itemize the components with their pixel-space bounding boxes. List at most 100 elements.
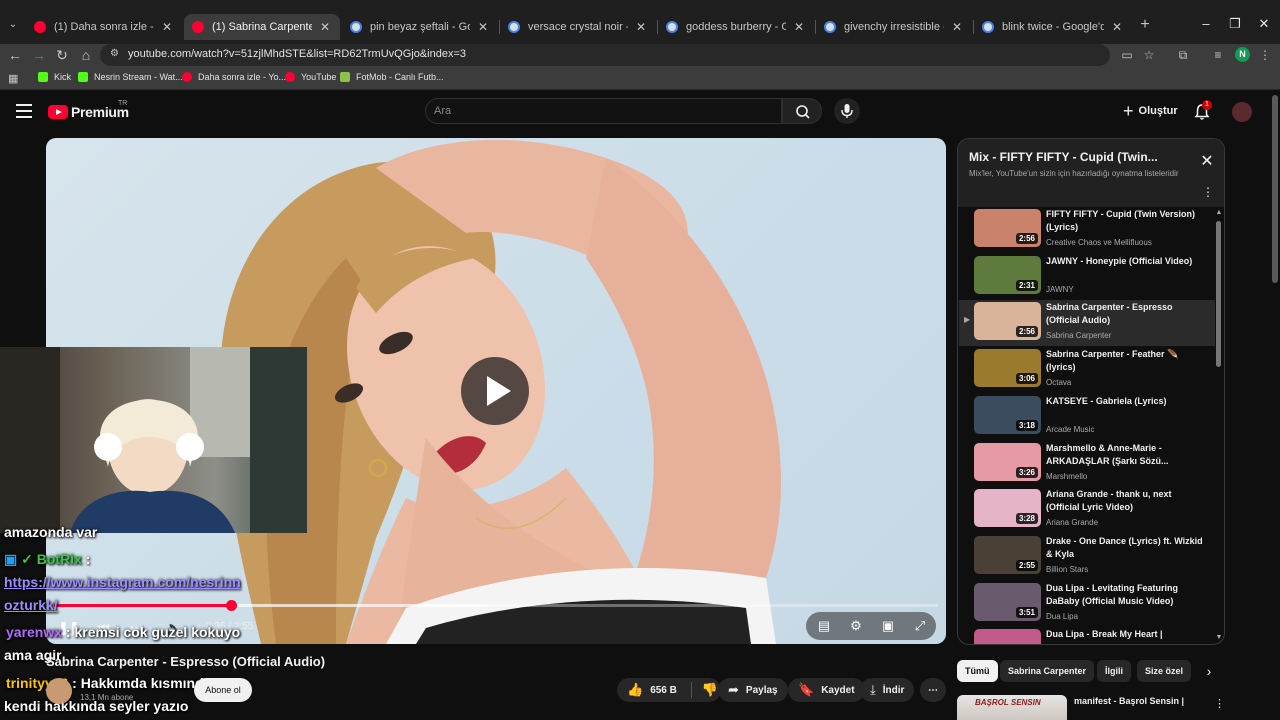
tab-close-icon[interactable]: ✕ bbox=[792, 20, 806, 34]
playlist-thumbnail[interactable]: 3:26 bbox=[974, 442, 1041, 481]
download-button[interactable]: ⤓ İndir bbox=[860, 678, 915, 702]
bookmark-item[interactable]: YouTube bbox=[285, 72, 336, 82]
playlist-scrollbar[interactable] bbox=[1216, 221, 1221, 367]
playlist-item[interactable]: 3:28 Ariana Grande - thank u, next (Offic… bbox=[959, 487, 1215, 533]
search-field[interactable] bbox=[425, 98, 782, 124]
playlist-thumbnail[interactable]: 2:55 bbox=[974, 535, 1041, 574]
maximize-icon[interactable]: ❐ bbox=[1227, 16, 1243, 32]
chat-link[interactable]: https://www.instagram.com/nesrinn bbox=[4, 574, 241, 590]
close-icon[interactable]: ✕ bbox=[1198, 153, 1216, 171]
window-close-icon[interactable]: ✕ bbox=[1256, 16, 1272, 32]
browser-tab[interactable]: goddess burberry - Google'da ✕ bbox=[658, 14, 814, 40]
playlist-item[interactable]: 3:51 Dua Lipa - Levitating Featuring DaBa… bbox=[959, 581, 1215, 627]
subtitles-icon[interactable]: ▤ bbox=[814, 616, 834, 636]
like-count[interactable]: 656 B bbox=[650, 685, 677, 696]
chip-all[interactable]: Tümü bbox=[957, 660, 998, 682]
playlist-item[interactable]: 3:26 Marshmello & Anne-Marie - ARKADAŞLAR… bbox=[959, 441, 1215, 487]
playlist-thumbnail[interactable]: 3:18 bbox=[974, 395, 1041, 434]
browser-tab-active[interactable]: (1) Sabrina Carpenter - Esp ✕ bbox=[184, 14, 340, 40]
create-button[interactable]: + Oluştur bbox=[1117, 100, 1184, 122]
address-bar[interactable]: ⚙ youtube.com/watch?v=51zjlMhdSTE&list=R… bbox=[100, 44, 1110, 66]
browser-tab[interactable]: blink twice - Google'da Ara ✕ bbox=[974, 14, 1132, 40]
fullscreen-icon[interactable]: ⤢ bbox=[910, 616, 930, 636]
playlist-thumbnail[interactable]: 3:28 bbox=[974, 489, 1041, 528]
browser-profile-avatar[interactable]: N bbox=[1235, 47, 1250, 62]
playlist-thumbnail[interactable]: 3:51 bbox=[974, 582, 1041, 621]
more-vertical-icon[interactable]: ⋮ bbox=[1202, 185, 1214, 199]
playlist-item[interactable]: 2:55 Drake - One Dance (Lyrics) ft. Wizki… bbox=[959, 534, 1215, 580]
browser-tab[interactable]: versace crystal noir - Google'd ✕ bbox=[500, 14, 656, 40]
tab-close-icon[interactable]: ✕ bbox=[160, 20, 174, 34]
search-input[interactable] bbox=[426, 99, 781, 123]
tab-close-icon[interactable]: ✕ bbox=[1110, 20, 1124, 34]
share-button[interactable]: ➦ Paylaş bbox=[718, 678, 788, 702]
minimize-icon[interactable]: – bbox=[1198, 16, 1214, 31]
youtube-premium-logo[interactable]: Premium TR bbox=[48, 100, 129, 120]
save-button[interactable]: 🔖 Kaydet bbox=[788, 678, 865, 702]
cast-icon[interactable]: ▭ bbox=[1119, 47, 1135, 63]
recommendation-thumbnail[interactable]: BAŞROL SENSIN bbox=[957, 695, 1067, 720]
site-settings-icon[interactable]: ⚙ bbox=[110, 48, 122, 60]
browser-menu-icon[interactable]: ⋮ bbox=[1257, 47, 1273, 63]
home-icon[interactable]: ⌂ bbox=[77, 46, 95, 64]
voice-search-button[interactable] bbox=[834, 98, 860, 124]
tab-close-icon[interactable]: ✕ bbox=[950, 20, 964, 34]
playlist-thumbnail[interactable]: 3:06 bbox=[974, 349, 1041, 388]
playlist-item[interactable]: Dua Lipa - Break My Heart | bbox=[959, 627, 1215, 644]
tab-close-icon[interactable]: ✕ bbox=[634, 20, 648, 34]
tab-close-icon[interactable]: ✕ bbox=[318, 20, 332, 34]
playlist-item[interactable]: 3:18 KATSEYE - Gabriela (Lyrics) Arcade Mu… bbox=[959, 394, 1215, 440]
browser-tab[interactable]: (1) Daha sonra izle - YouTube ✕ bbox=[26, 14, 182, 40]
bookmark-item[interactable]: FotMob - Canlı Futb... bbox=[340, 72, 444, 82]
recommendation-title[interactable]: manifest - Başrol Sensin | bbox=[1074, 696, 1184, 706]
playlist-thumbnail[interactable]: 2:56 bbox=[974, 209, 1041, 247]
scroll-down-arrow-icon[interactable]: ▼ bbox=[1214, 634, 1224, 641]
chevron-right-icon[interactable]: › bbox=[1202, 664, 1216, 678]
playlist-item[interactable]: 2:31 JAWNY - Honeypie (Official Video) JAW… bbox=[959, 254, 1215, 300]
playlist-thumbnail[interactable] bbox=[974, 629, 1041, 644]
notifications-button[interactable]: 1 bbox=[1192, 100, 1212, 122]
search-button[interactable] bbox=[782, 98, 822, 124]
bookmark-star-icon[interactable]: ☆ bbox=[1141, 47, 1157, 63]
menu-hamburger-icon[interactable] bbox=[16, 104, 32, 118]
browser-tab[interactable]: pin beyaz şeftali - Google'da A ✕ bbox=[342, 14, 498, 40]
new-tab-plus-icon[interactable]: + bbox=[1137, 17, 1153, 33]
playlist-title[interactable]: Mix - FIFTY FIFTY - Cupid (Twin... bbox=[969, 150, 1158, 164]
bookmark-item[interactable]: Kick bbox=[38, 72, 71, 82]
playlist-thumbnail[interactable]: 2:31 bbox=[974, 255, 1041, 294]
chip-related[interactable]: İlgili bbox=[1097, 660, 1131, 682]
bookmark-item[interactable]: Daha sonra izle - Yo... bbox=[182, 72, 286, 82]
chat-link[interactable]: ozturkk/ bbox=[4, 597, 58, 613]
miniplayer-icon[interactable]: ▣ bbox=[878, 616, 898, 636]
chip-for-you[interactable]: Size özel bbox=[1137, 660, 1192, 682]
playlist-item-current[interactable]: ▶ 2:56 Sabrina Carpenter - Espresso (Offic… bbox=[959, 300, 1215, 347]
playlist-subtitle: Mix'ler, YouTube'un sizin için hazırladı… bbox=[969, 169, 1179, 178]
playlist-item[interactable]: 3:06 Sabrina Carpenter - Feather 🪶 (lyric… bbox=[959, 347, 1215, 393]
scroll-up-arrow-icon[interactable]: ▲ bbox=[1214, 209, 1224, 216]
browser-tab[interactable]: givenchy irresistible - Google'd ✕ bbox=[816, 14, 972, 40]
subscribe-button[interactable]: Abone ol bbox=[194, 678, 252, 702]
bookmark-item[interactable]: Nesrin Stream - Wat... bbox=[78, 72, 183, 82]
media-controls-icon[interactable]: ≡ bbox=[1210, 47, 1226, 63]
playlist-item[interactable]: 2:56 FIFTY FIFTY - Cupid (Twin Version) (… bbox=[959, 207, 1215, 253]
tab-close-icon[interactable]: ✕ bbox=[476, 20, 490, 34]
more-actions-button[interactable]: ⋯ bbox=[920, 678, 946, 702]
settings-gear-icon[interactable]: ⚙ bbox=[846, 616, 866, 636]
apps-grid-icon[interactable]: ▦ bbox=[8, 72, 18, 85]
playlist-thumbnail[interactable]: 2:56 bbox=[974, 302, 1041, 341]
forward-arrow-icon[interactable]: → bbox=[30, 46, 48, 64]
extensions-puzzle-icon[interactable]: ⧉ bbox=[1175, 47, 1191, 63]
account-avatar[interactable] bbox=[1232, 102, 1252, 122]
progress-bar[interactable] bbox=[54, 600, 938, 611]
back-arrow-icon[interactable]: ← bbox=[6, 46, 24, 64]
progress-scrubber-handle[interactable] bbox=[225, 600, 237, 611]
page-scrollbar[interactable] bbox=[1272, 95, 1278, 283]
channel-avatar[interactable] bbox=[46, 678, 72, 704]
more-vertical-icon[interactable]: ⋮ bbox=[1214, 697, 1225, 710]
chip-channel[interactable]: Sabrina Carpenter bbox=[1000, 660, 1095, 682]
thumbs-down-icon[interactable]: 👎 bbox=[690, 682, 718, 698]
big-play-button[interactable] bbox=[461, 357, 529, 425]
thumbs-up-icon[interactable]: 👍 bbox=[627, 682, 643, 698]
tab-search-chevron-icon[interactable]: ⌄ bbox=[4, 16, 22, 34]
reload-icon[interactable]: ↻ bbox=[53, 46, 71, 64]
